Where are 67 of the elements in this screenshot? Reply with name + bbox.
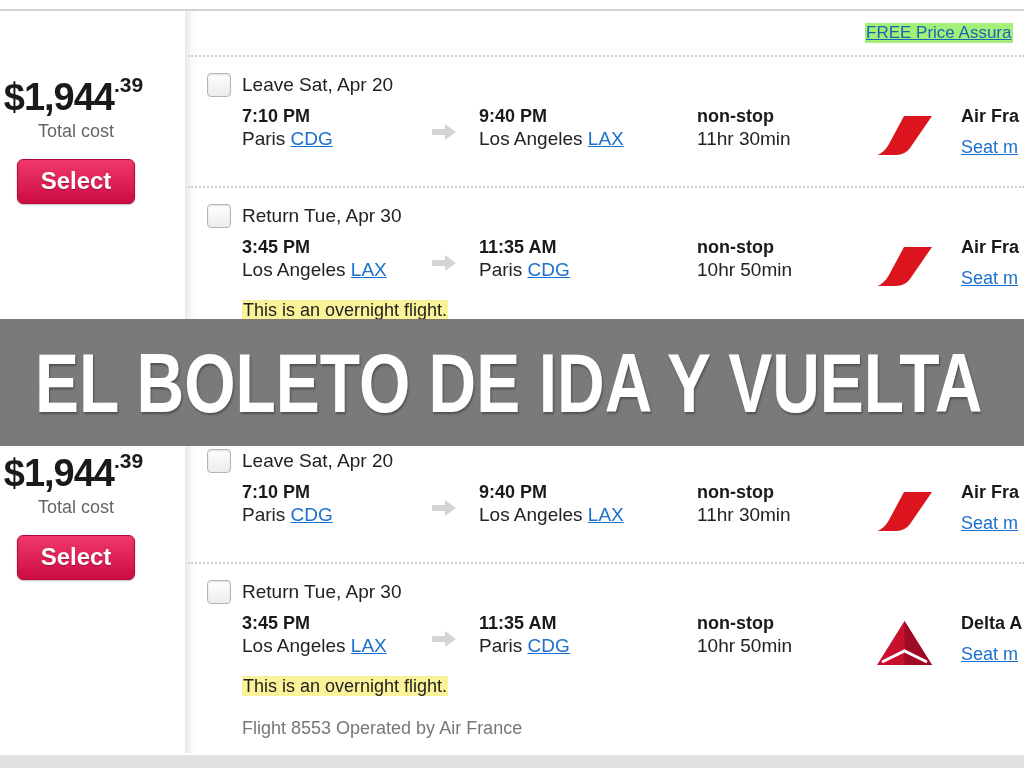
stops-label: non-stop — [697, 612, 775, 634]
arrival-city: Los Angeles — [479, 504, 583, 525]
arrival-time: 9:40 PM — [479, 105, 549, 127]
checkbox[interactable] — [207, 580, 231, 604]
seat-map-link[interactable]: Seat m — [961, 512, 1019, 534]
arrow-right-icon — [432, 630, 456, 647]
operated-by-text: Flight 8553 Operated by Air France — [242, 717, 523, 739]
flight-duration: 10hr 50min — [697, 634, 794, 658]
overnight-notice: This is an overnight flight. — [242, 300, 449, 320]
select-button[interactable]: Select — [17, 158, 135, 204]
arrival-time: 11:35 AM — [479, 612, 558, 634]
airport-code-link[interactable]: LAX — [350, 259, 387, 280]
departure-time: 3:45 PM — [242, 612, 312, 634]
airline-name: Air Fra — [961, 105, 1021, 127]
arrival-city: Paris — [479, 635, 523, 656]
segment-date-label: Return Tue, Apr 30 — [242, 581, 402, 603]
slanted-stripe-logo-icon — [877, 492, 932, 531]
arrow-right-icon — [432, 499, 456, 516]
airport-code-link[interactable]: LAX — [350, 635, 387, 656]
stops-label: non-stop — [697, 236, 775, 258]
airport-code-link[interactable]: CDG — [290, 504, 333, 525]
arrow-right-icon — [432, 254, 456, 271]
departure-city: Los Angeles — [242, 635, 346, 656]
airport-code-link[interactable]: LAX — [587, 504, 624, 525]
segment-date-label: Return Tue, Apr 30 — [242, 205, 402, 227]
segment-date-label: Leave Sat, Apr 20 — [242, 450, 394, 472]
stops-label: non-stop — [697, 481, 775, 503]
seat-map-link[interactable]: Seat m — [961, 136, 1019, 158]
departure-time: 3:45 PM — [242, 236, 312, 258]
airport-code-link[interactable]: CDG — [290, 128, 333, 149]
departure-city: Paris — [242, 504, 286, 525]
slanted-stripe-logo-icon — [877, 247, 932, 286]
airline-name: Air Fra — [961, 236, 1021, 258]
checkbox[interactable] — [207, 73, 231, 97]
flight-duration: 10hr 50min — [697, 258, 794, 282]
arrival-time: 9:40 PM — [479, 481, 549, 503]
departure-city: Paris — [242, 128, 286, 149]
airport-code-link[interactable]: LAX — [587, 128, 624, 149]
stops-label: non-stop — [697, 105, 775, 127]
departure-city: Los Angeles — [242, 259, 346, 280]
arrival-city: Los Angeles — [479, 128, 583, 149]
airport-code-link[interactable]: CDG — [527, 259, 570, 280]
airline-name: Delta A — [961, 612, 1024, 634]
total-price: $1,944$^{.39}$ — [2, 448, 145, 493]
total-cost-label: Total cost — [36, 119, 115, 142]
departure-time: 7:10 PM — [242, 105, 312, 127]
seat-map-link[interactable]: Seat m — [961, 643, 1019, 665]
slanted-stripe-logo-icon — [877, 116, 932, 155]
checkbox[interactable] — [207, 449, 231, 473]
airline-name: Air Fra — [961, 481, 1021, 503]
arrow-right-icon — [432, 123, 456, 140]
airport-code-link[interactable]: CDG — [527, 635, 570, 656]
total-cost-label: Total cost — [36, 495, 115, 518]
select-button[interactable]: Select — [17, 534, 135, 580]
arrival-time: 11:35 AM — [479, 236, 558, 258]
triangle-logo-icon — [877, 620, 932, 665]
segment-date-label: Leave Sat, Apr 20 — [242, 74, 394, 96]
seat-map-link[interactable]: Seat m — [961, 267, 1019, 289]
overnight-notice: This is an overnight flight. — [242, 676, 449, 696]
flight-duration: 11hr 30min — [697, 503, 792, 527]
arrival-city: Paris — [479, 259, 523, 280]
total-price: $1,944$^{.39}$ — [2, 72, 145, 117]
price-assurance-link[interactable]: FREE Price Assura — [865, 23, 1013, 43]
banner-title: EL BOLETO DE IDA Y VUELTA — [35, 341, 983, 424]
departure-time: 7:10 PM — [242, 481, 312, 503]
checkbox[interactable] — [207, 204, 231, 228]
flight-duration: 11hr 30min — [697, 127, 792, 151]
